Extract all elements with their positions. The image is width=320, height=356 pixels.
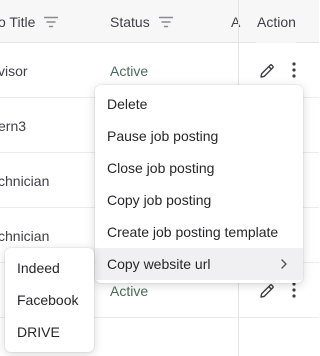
table-header: o Title Status A Action: [0, 0, 319, 43]
job-title-header-label: o Title: [0, 13, 36, 30]
status-header[interactable]: Status: [110, 0, 173, 43]
copy-website-url-submenu: Indeed Facebook DRIVE: [5, 248, 94, 352]
menu-item-close-job-posting[interactable]: Close job posting: [95, 152, 303, 184]
menu-item-delete[interactable]: Delete: [95, 88, 303, 120]
job-title-cell: chnician: [0, 172, 50, 189]
submenu-item-facebook[interactable]: Facebook: [5, 284, 94, 316]
submenu-item-indeed[interactable]: Indeed: [5, 252, 94, 284]
menu-item-label: Delete: [107, 96, 148, 112]
submenu-item-label: Facebook: [17, 292, 79, 308]
filter-icon[interactable]: [158, 16, 173, 28]
job-title-header[interactable]: o Title: [0, 0, 59, 43]
more-options-icon[interactable]: [284, 280, 304, 300]
action-header-label: Action: [257, 13, 296, 30]
menu-item-label: Create job posting template: [107, 224, 279, 240]
menu-item-copy-job-posting[interactable]: Copy job posting: [95, 184, 303, 216]
action-header: Action: [256, 0, 296, 43]
menu-item-pause-job-posting[interactable]: Pause job posting: [95, 120, 303, 152]
pencil-icon[interactable]: [257, 61, 277, 81]
filter-icon[interactable]: [44, 16, 59, 28]
menu-item-label: Copy website url: [107, 256, 211, 272]
submenu-item-drive[interactable]: DRIVE: [5, 316, 94, 348]
submenu-item-label: DRIVE: [17, 324, 60, 340]
row-actions-menu: Delete Pause job posting Close job posti…: [95, 85, 303, 283]
pencil-icon[interactable]: [257, 281, 277, 301]
menu-item-label: Pause job posting: [107, 128, 219, 144]
job-title-cell: visor: [0, 62, 28, 79]
more-options-icon[interactable]: [284, 60, 304, 80]
menu-item-label: Copy job posting: [107, 192, 212, 208]
status-header-label: Status: [110, 13, 150, 30]
menu-item-create-job-posting-template[interactable]: Create job posting template: [95, 216, 303, 248]
menu-item-copy-website-url[interactable]: Copy website url: [95, 248, 303, 280]
menu-item-label: Close job posting: [107, 160, 215, 176]
chevron-right-icon: [281, 259, 287, 269]
job-title-cell: ern3: [0, 117, 27, 134]
submenu-item-label: Indeed: [17, 260, 60, 276]
